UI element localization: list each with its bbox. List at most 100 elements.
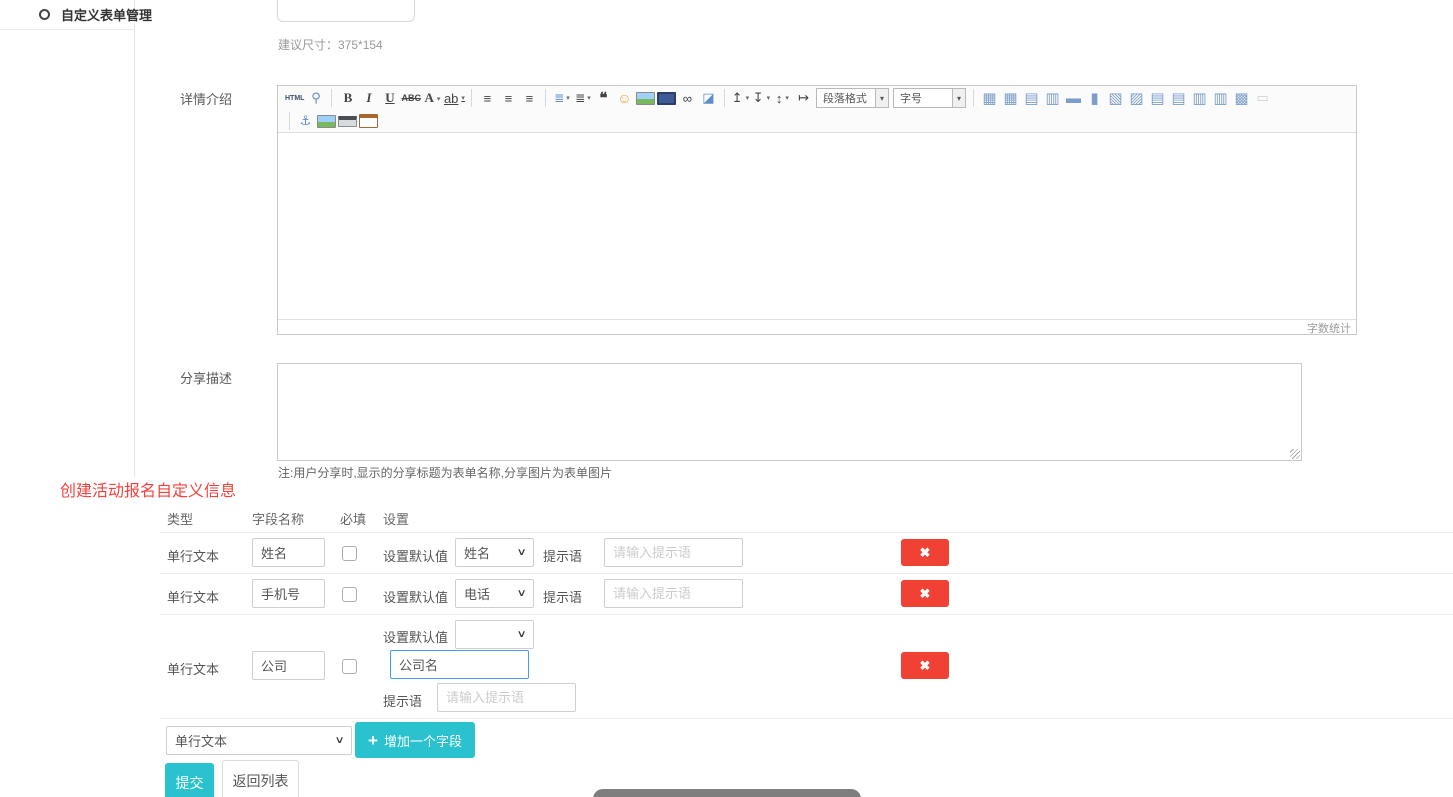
- insert-table-icon[interactable]: ▦: [980, 89, 999, 108]
- spacing-bottom-icon[interactable]: ↧▾: [752, 89, 771, 108]
- default-value-editing-input[interactable]: [390, 650, 529, 679]
- font-color-icon[interactable]: A▾: [423, 89, 442, 108]
- set-default-label: 设置默认值: [383, 627, 448, 646]
- align-right-icon[interactable]: ≡: [520, 89, 539, 108]
- font-size-select[interactable]: 字号▾: [893, 88, 966, 108]
- required-checkbox[interactable]: [342, 659, 357, 674]
- chevron-down-icon: ∨: [516, 547, 526, 558]
- col-header-field-name: 字段名称: [252, 509, 304, 528]
- new-field-type-selected: 单行文本: [175, 731, 227, 750]
- required-checkbox[interactable]: [342, 587, 357, 602]
- insert-col-right-icon[interactable]: ▥: [1211, 89, 1230, 108]
- sidebar-item-label: 自定义表单管理: [61, 5, 152, 24]
- default-value-selected: 电话: [464, 584, 490, 603]
- image-space-icon[interactable]: [317, 115, 336, 128]
- remove-format-icon[interactable]: ◪: [699, 89, 718, 108]
- default-value-select[interactable]: 姓名 ∨: [455, 538, 534, 567]
- share-desc-textarea[interactable]: [277, 363, 1302, 461]
- delete-table-icon[interactable]: ▦: [1001, 89, 1020, 108]
- insert-image-icon[interactable]: [636, 92, 655, 105]
- select-label: 段落格式: [817, 90, 875, 106]
- submit-button[interactable]: 提交: [165, 763, 214, 797]
- cell-props-icon[interactable]: ▤: [1022, 89, 1041, 108]
- prompt-input[interactable]: [437, 683, 576, 712]
- delete-field-button[interactable]: ✖: [901, 539, 949, 566]
- delete-col-icon[interactable]: ▮: [1085, 89, 1104, 108]
- word-count-label[interactable]: 字数统计: [1307, 320, 1351, 336]
- share-note: 注:用户分享时,显示的分享标题为表单名称,分享图片为表单图片: [278, 464, 612, 481]
- insert-row-above-icon[interactable]: ▤: [1148, 89, 1167, 108]
- rich-text-editor: HTML⚲BIUABCA▾ab▾≡≡≡≣▾≣▾❝☺∞◪↥▾↧▾↕▾↦段落格式▾字…: [277, 85, 1357, 335]
- form-image-upload-box[interactable]: [277, 0, 415, 22]
- italic-icon[interactable]: I: [359, 89, 378, 108]
- line-height-icon[interactable]: ↕▾: [773, 89, 792, 108]
- chevron-down-icon: ▾: [461, 94, 465, 102]
- row-props-icon[interactable]: ▥: [1043, 89, 1062, 108]
- merge-cells-icon[interactable]: ▨: [1127, 89, 1146, 108]
- editor-toolbar-row1: HTML⚲BIUABCA▾ab▾≡≡≡≣▾≣▾❝☺∞◪↥▾↧▾↕▾↦段落格式▾字…: [278, 86, 1356, 110]
- field-type-text: 单行文本: [167, 546, 219, 565]
- html-source-icon[interactable]: HTML: [285, 89, 304, 108]
- prompt-input[interactable]: [604, 538, 743, 567]
- table-props-icon[interactable]: ▩: [1232, 89, 1251, 108]
- delete-field-button[interactable]: ✖: [901, 652, 949, 679]
- default-value-select[interactable]: 电话 ∨: [455, 579, 534, 608]
- field-name-input[interactable]: [252, 579, 325, 608]
- new-field-type-select[interactable]: 单行文本 ∨: [166, 726, 352, 755]
- toolbar-separator: [289, 112, 290, 130]
- set-default-label: 设置默认值: [383, 546, 448, 565]
- insert-media-icon[interactable]: [657, 92, 676, 105]
- insert-link-icon[interactable]: ∞: [678, 89, 697, 108]
- default-value-selected: 姓名: [464, 543, 490, 562]
- preview-icon[interactable]: ⚲: [306, 89, 325, 108]
- strikethrough-icon[interactable]: ABC: [401, 89, 421, 108]
- insert-row-below-icon[interactable]: ▤: [1169, 89, 1188, 108]
- paste-icon[interactable]: [359, 114, 378, 128]
- field-name-input[interactable]: [252, 651, 325, 680]
- unordered-list-icon[interactable]: ≣▾: [573, 89, 592, 108]
- field-name-input[interactable]: [252, 538, 325, 567]
- align-center-icon[interactable]: ≡: [499, 89, 518, 108]
- required-checkbox[interactable]: [342, 546, 357, 561]
- set-default-label: 设置默认值: [383, 587, 448, 606]
- editor-statusbar: 字数统计: [278, 319, 1356, 335]
- anchor-icon[interactable]: ⚓: [296, 112, 315, 131]
- underline-icon[interactable]: U: [380, 89, 399, 108]
- print-icon[interactable]: [338, 116, 357, 127]
- editor-content-area[interactable]: [278, 133, 1356, 319]
- indent-icon[interactable]: ↦: [794, 89, 813, 108]
- add-field-button[interactable]: + 增加一个字段: [355, 722, 475, 758]
- field-type-text: 单行文本: [167, 587, 219, 606]
- delete-row-icon[interactable]: ▬: [1064, 89, 1083, 108]
- default-value-select[interactable]: ∨: [455, 620, 534, 649]
- more-icon[interactable]: ▭: [1253, 89, 1272, 108]
- highlight-color-icon[interactable]: ab▾: [444, 89, 465, 108]
- emoticon-icon[interactable]: ☺: [615, 89, 634, 108]
- paragraph-format-select[interactable]: 段落格式▾: [816, 88, 889, 108]
- chevron-down-icon: ▾: [746, 94, 750, 102]
- toolbar-separator: [545, 89, 546, 107]
- chevron-down-icon: ▾: [875, 89, 888, 107]
- ordered-list-icon[interactable]: ≣▾: [552, 89, 571, 108]
- delete-field-button[interactable]: ✖: [901, 580, 949, 607]
- prompt-label: 提示语: [543, 587, 582, 606]
- spacing-top-icon[interactable]: ↥▾: [731, 89, 750, 108]
- blockquote-icon[interactable]: ❝: [594, 89, 613, 108]
- back-to-list-button[interactable]: 返回列表: [222, 760, 299, 797]
- chevron-down-icon: ▾: [952, 89, 965, 107]
- prompt-input[interactable]: [604, 579, 743, 608]
- resize-grip-icon[interactable]: [1290, 449, 1300, 459]
- col-header-settings: 设置: [383, 509, 409, 528]
- chevron-down-icon: ▾: [437, 94, 441, 103]
- chevron-down-icon: ▾: [785, 94, 789, 102]
- insert-col-left-icon[interactable]: ▥: [1190, 89, 1209, 108]
- prompt-label: 提示语: [543, 546, 582, 565]
- row-divider: [160, 573, 1453, 574]
- sidebar-item-custom-form-management[interactable]: 自定义表单管理: [0, 0, 134, 30]
- chevron-down-icon: ∨: [334, 735, 344, 746]
- chevron-down-icon: ▾: [587, 94, 590, 102]
- bold-icon[interactable]: B: [338, 89, 357, 108]
- align-left-icon[interactable]: ≡: [478, 89, 497, 108]
- sidebar: 自定义表单管理: [0, 0, 135, 503]
- split-cells-icon[interactable]: ▧: [1106, 89, 1125, 108]
